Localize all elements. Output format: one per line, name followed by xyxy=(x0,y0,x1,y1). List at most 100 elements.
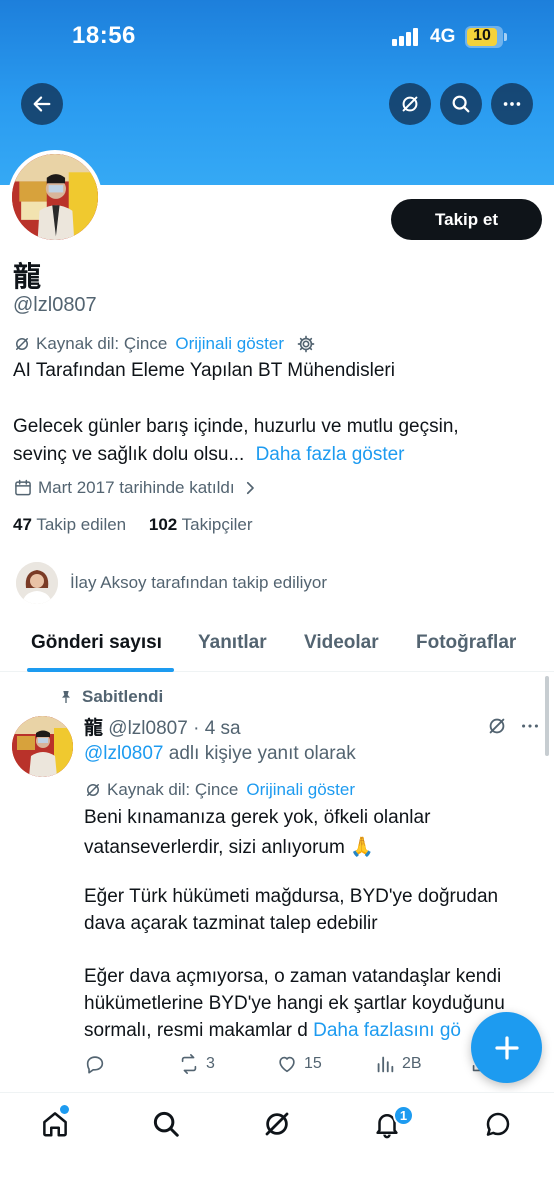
nav-search[interactable] xyxy=(151,1109,185,1143)
compose-button[interactable] xyxy=(471,1012,542,1083)
gear-icon[interactable] xyxy=(296,334,316,354)
show-original-link[interactable]: Orijinali göster xyxy=(175,334,284,354)
nav-grok[interactable] xyxy=(262,1109,296,1143)
post-line-1: Beni kınamanıza gerek yok, öfkeli olanla… xyxy=(84,807,431,828)
more-icon xyxy=(503,102,521,106)
joined-date[interactable]: Mart 2017 tarihinde katıldı xyxy=(13,478,259,498)
status-bar: 18:56 4G 10 xyxy=(0,0,554,70)
post-line-3: Eğer Türk hükümeti mağdursa, BYD'ye doğr… xyxy=(84,886,499,907)
grok-icon[interactable] xyxy=(486,715,508,737)
nav-home[interactable] xyxy=(40,1109,74,1143)
search-icon xyxy=(452,95,470,113)
like-icon xyxy=(279,1056,295,1073)
like-count: 15 xyxy=(304,1055,322,1072)
back-arrow-icon xyxy=(33,96,51,112)
joined-label: Mart 2017 tarihinde katıldı xyxy=(38,478,235,497)
profile-name: 龍 xyxy=(13,261,42,292)
followed-by-row[interactable]: İlay Aksoy tarafından takip ediliyor xyxy=(16,562,327,604)
back-button[interactable] xyxy=(21,83,63,125)
battery-nub xyxy=(504,33,507,41)
post-author-avatar[interactable] xyxy=(12,716,73,777)
post-show-original-link[interactable]: Orijinali göster xyxy=(246,780,355,800)
following-count: 47 xyxy=(13,515,32,534)
bio-line-3: sevinç ve sağlık dolu olsu... Daha fazla… xyxy=(13,444,405,466)
post-show-more-link[interactable]: Daha fazlasını gö xyxy=(313,1020,461,1041)
battery-icon: 10 xyxy=(465,26,503,48)
grok-icon xyxy=(87,784,99,796)
reply-icon xyxy=(86,1056,104,1074)
grok-icon xyxy=(402,96,418,112)
post-author-name[interactable]: 龍 xyxy=(84,718,103,739)
profile-tabs: Gönderi sayısı Yanıtlar Videolar Fotoğra… xyxy=(0,620,554,672)
bio-line-3-text: sevinç ve sağlık dolu olsu... xyxy=(13,444,245,465)
notifications-badge: 1 xyxy=(393,1105,414,1126)
signal-icon xyxy=(392,28,422,46)
pinned-label: Sabitlendi xyxy=(82,687,164,706)
followed-by-label: İlay Aksoy tarafından takip ediliyor xyxy=(70,573,328,592)
follow-button[interactable]: Takip et xyxy=(391,199,542,240)
bio-line-2: Gelecek günler barış içinde, huzurlu ve … xyxy=(13,416,459,437)
views-button[interactable]: 2B xyxy=(374,1053,422,1075)
post-line-7: sormalı, resmi makamlar d Daha fazlasını… xyxy=(84,1020,461,1042)
post-line-6: hükümetlerine BYD'ye hangi ek şartlar ko… xyxy=(84,993,505,1014)
bottom-navigation: 1 xyxy=(0,1092,554,1200)
post-line-2: vatanseverlerdir, sizi anlıyorum 🙏 xyxy=(84,837,374,858)
post-source-language: Kaynak dil: Çince xyxy=(107,780,239,799)
network-type: 4G xyxy=(430,26,456,47)
following-label: Takip edilen xyxy=(36,515,127,534)
reply-to-suffix: adlı kişiye yanıt olarak xyxy=(168,743,356,764)
home-notification-dot xyxy=(60,1105,69,1114)
post-author-handle[interactable]: @lzl0807 xyxy=(108,718,188,739)
messages-icon xyxy=(486,1112,510,1136)
more-button[interactable] xyxy=(491,83,533,125)
post-line-4: dava açarak tazminat talep edebilir xyxy=(84,913,378,934)
chevron-right-icon xyxy=(246,481,254,495)
pin-icon xyxy=(62,691,70,703)
tab-posts[interactable]: Gönderi sayısı xyxy=(31,632,162,654)
reply-button[interactable] xyxy=(84,1053,112,1075)
post-header: 龍 @lzl0807 · 4 sa xyxy=(84,713,241,740)
repost-button[interactable]: 3 xyxy=(178,1053,215,1075)
follow-counts: 47 Takip edilen 102 Takipçiler xyxy=(13,515,253,535)
views-count: 2B xyxy=(402,1055,422,1072)
post-line-5: Eğer dava açmıyorsa, o zaman vatandaşlar… xyxy=(84,966,502,987)
calendar-icon xyxy=(15,479,31,496)
repost-count: 3 xyxy=(206,1055,215,1072)
post-more-icon[interactable] xyxy=(519,715,541,737)
repost-icon xyxy=(181,1054,197,1074)
search-icon xyxy=(153,1111,179,1137)
followers-label: Takipçiler xyxy=(181,515,253,534)
like-button[interactable]: 15 xyxy=(276,1053,322,1075)
tab-replies[interactable]: Yanıtlar xyxy=(198,632,267,654)
compose-icon xyxy=(494,1035,519,1060)
post-time[interactable]: 4 sa xyxy=(205,718,241,739)
grok-button[interactable] xyxy=(389,83,431,125)
tab-photos[interactable]: Fotoğraflar xyxy=(416,632,516,654)
search-button[interactable] xyxy=(440,83,482,125)
profile-handle: @lzl0807 xyxy=(13,294,97,316)
source-language-label: Kaynak dil: Çince xyxy=(36,334,168,353)
follower-avatar xyxy=(16,562,58,604)
views-icon xyxy=(377,1056,394,1073)
show-more-link[interactable]: Daha fazla göster xyxy=(256,444,405,465)
profile-avatar[interactable] xyxy=(8,150,102,244)
status-time: 18:56 xyxy=(72,22,136,49)
followers-link[interactable]: 102 Takipçiler xyxy=(149,515,253,534)
reply-to-handle[interactable]: @lzl0807 xyxy=(84,743,164,764)
followers-count: 102 xyxy=(148,515,178,534)
reply-to-line: @lzl0807 adlı kişiye yanıt olarak xyxy=(84,743,356,765)
following-link[interactable]: 47 Takip edilen xyxy=(13,515,126,534)
scrollbar[interactable] xyxy=(545,676,549,756)
tab-videos[interactable]: Videolar xyxy=(304,632,379,654)
post-translation-row: Kaynak dil: Çince Orijinali göster xyxy=(84,780,355,800)
post-line-7-text: sormalı, resmi makamlar d xyxy=(84,1020,308,1041)
bio-line-1: AI Tarafından Eleme Yapılan BT Mühendisl… xyxy=(13,360,395,381)
nav-messages[interactable] xyxy=(483,1109,517,1143)
grok-icon xyxy=(16,338,28,350)
battery-level: 10 xyxy=(473,27,491,44)
pinned-indicator: Sabitlendi xyxy=(58,687,163,707)
post-separator: · xyxy=(193,718,200,739)
active-tab-indicator xyxy=(27,668,174,672)
grok-icon xyxy=(265,1112,289,1136)
bio-translation-row: Kaynak dil: Çince Orijinali göster xyxy=(13,334,316,354)
